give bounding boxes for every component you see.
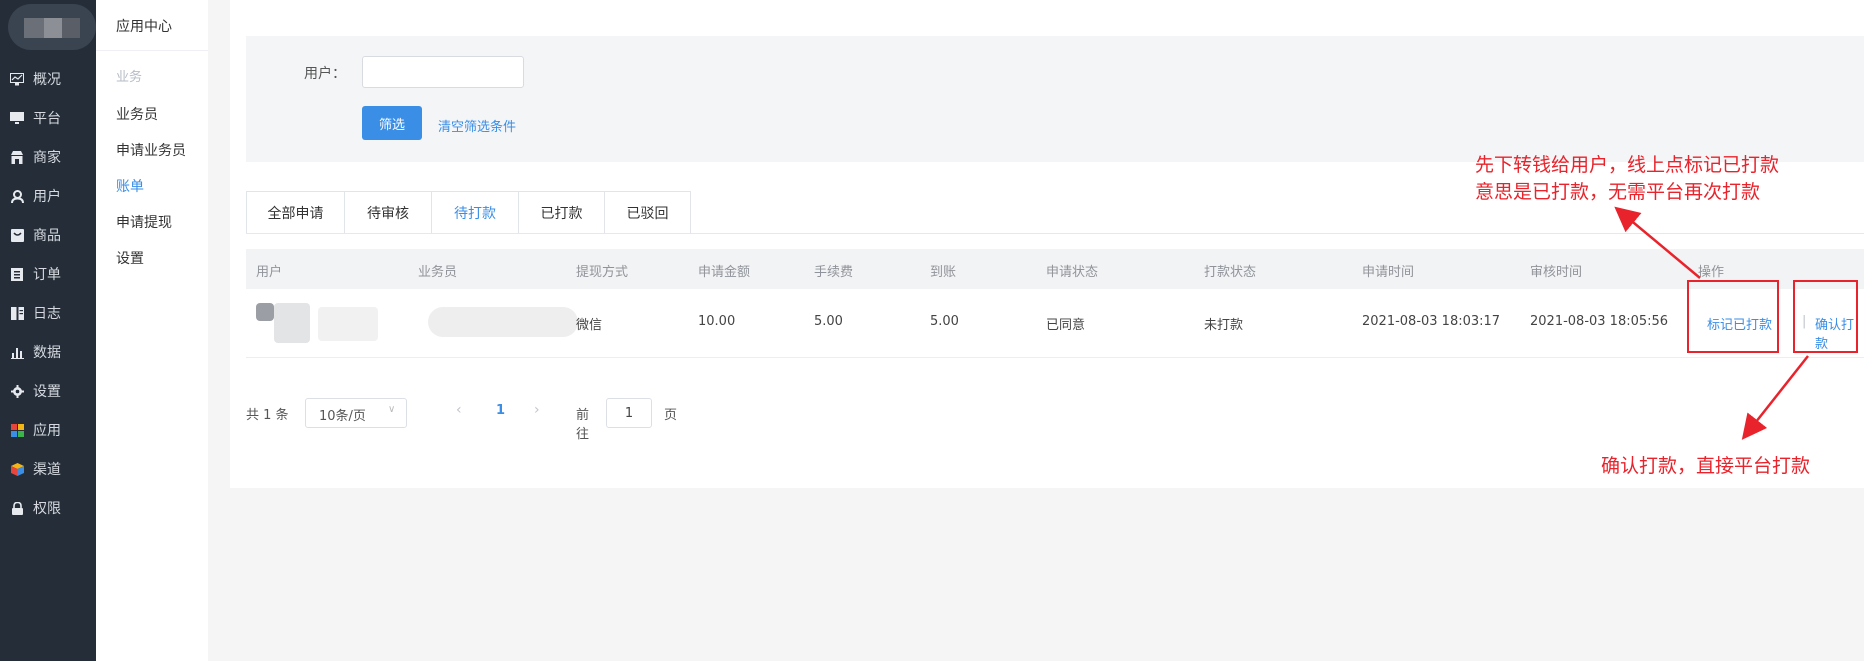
salesman-blurred [428, 307, 578, 337]
lock-icon [9, 500, 25, 516]
cell-apply-time: 2021-08-03 18:03:17 [1362, 314, 1501, 329]
tab-rejected[interactable]: 已驳回 [605, 192, 690, 234]
tabs-divider [246, 233, 1864, 234]
user-info-blurred [318, 307, 378, 341]
nav-item-label: 商家 [33, 150, 61, 166]
nav-item-label: 日志 [33, 306, 61, 322]
divider [96, 50, 208, 51]
nav-item-label: 商品 [33, 228, 61, 244]
highlight-box-confirm-pay [1793, 280, 1858, 353]
goto-label: 前往 [576, 408, 590, 442]
nav-item-label: 权限 [33, 501, 61, 517]
cell-review-time: 2021-08-03 18:05:56 [1530, 314, 1669, 329]
monitor-icon [9, 110, 25, 126]
apps-grid-icon [9, 422, 25, 438]
tab-pending-payment[interactable]: 待打款 [432, 192, 519, 234]
log-icon [9, 305, 25, 321]
user-filter-input[interactable] [362, 56, 524, 88]
sub-nav-item-bills[interactable]: 账单 [116, 176, 144, 196]
nav-item-permissions[interactable]: 权限 [0, 485, 96, 531]
sub-nav-item-settings[interactable]: 设置 [116, 248, 144, 268]
cell-fee: 5.00 [814, 314, 843, 329]
filter-button[interactable]: 筛选 [362, 106, 422, 140]
gear-icon [9, 383, 25, 399]
col-apply-status: 申请状态 [1046, 265, 1099, 280]
col-actions: 操作 [1698, 265, 1725, 280]
tab-paid[interactable]: 已打款 [519, 192, 605, 234]
monitor-chart-icon [9, 71, 25, 87]
sub-nav-item-salesman[interactable]: 业务员 [116, 104, 158, 124]
highlight-box-mark-paid [1687, 280, 1779, 353]
nav-item-label: 数据 [33, 345, 61, 361]
col-pay-status: 打款状态 [1204, 265, 1257, 280]
col-user: 用户 [256, 265, 283, 280]
table-header: 用户 业务员 提现方式 申请金额 手续费 到账 申请状态 打款状态 申请时间 审… [246, 249, 1864, 289]
page-size-value: 10条/页 [319, 409, 366, 424]
nav-item-label: 订单 [33, 267, 61, 283]
order-icon [9, 266, 25, 282]
goto-suffix: 页 [664, 408, 678, 423]
content-panel: 用户： 筛选 清空筛选条件 全部申请 待审核 待打款 已打款 已驳回 用户 业务… [230, 0, 1864, 488]
nav-item-label: 应用 [33, 423, 61, 439]
tab-all[interactable]: 全部申请 [247, 192, 345, 234]
nav-item-label: 渠道 [33, 462, 61, 478]
cell-method: 微信 [576, 318, 603, 333]
sub-nav-group-label: 业务 [116, 70, 143, 85]
nav-item-label: 设置 [33, 384, 61, 400]
goto-page-input[interactable]: 1 [606, 398, 652, 428]
sub-nav: 应用中心 业务 业务员 申请业务员 账单 申请提现 设置 [96, 0, 209, 661]
nav-item-label: 概况 [33, 72, 61, 88]
col-fee: 手续费 [814, 265, 854, 280]
main-area: 用户： 筛选 清空筛选条件 全部申请 待审核 待打款 已打款 已驳回 用户 业务… [208, 0, 1864, 661]
sub-nav-item-apply-salesman[interactable]: 申请业务员 [116, 140, 186, 160]
nav-item-label: 平台 [33, 111, 61, 127]
table-row: 微信 10.00 5.00 5.00 已同意 未打款 2021-08-03 18… [246, 289, 1864, 358]
col-received: 到账 [930, 265, 957, 280]
col-salesman: 业务员 [418, 265, 458, 280]
avatar[interactable] [8, 4, 96, 50]
nav-item-label: 用户 [33, 189, 61, 205]
sub-nav-title: 应用中心 [116, 19, 172, 35]
status-tabs: 全部申请 待审核 待打款 已打款 已驳回 [246, 191, 691, 234]
col-apply-time: 申请时间 [1362, 265, 1415, 280]
cube-icon [9, 461, 25, 477]
chevron-down-icon: ∨ [388, 404, 396, 415]
current-page[interactable]: 1 [496, 403, 505, 418]
tab-pending-review[interactable]: 待审核 [345, 192, 432, 234]
prev-page-button[interactable]: ‹ [456, 402, 462, 418]
goods-icon [9, 227, 25, 243]
cell-amount: 10.00 [698, 314, 736, 329]
annotation-top-line2: 意思是已打款，无需平台再次打款 [1475, 181, 1761, 203]
user-avatar-blurred [256, 303, 274, 321]
filter-panel: 用户： 筛选 清空筛选条件 [246, 36, 1864, 162]
clear-filter-link[interactable]: 清空筛选条件 [438, 116, 516, 135]
annotation-top-line1: 先下转钱给用户，线上点标记已打款 [1475, 154, 1780, 176]
bar-chart-icon [9, 344, 25, 360]
cell-apply-status: 已同意 [1046, 318, 1086, 333]
cell-received: 5.00 [930, 314, 959, 329]
page-size-select[interactable]: 10条/页 ∨ [305, 398, 407, 428]
col-review-time: 审核时间 [1530, 265, 1583, 280]
next-page-button[interactable]: › [534, 402, 540, 418]
store-icon [9, 149, 25, 165]
col-amount: 申请金额 [698, 265, 751, 280]
user-icon [9, 188, 25, 204]
user-name-blurred [274, 303, 310, 343]
pagination-total: 共 1 条 [246, 408, 289, 423]
sub-nav-item-withdraw[interactable]: 申请提现 [116, 212, 172, 232]
annotation-bottom: 确认打款，直接平台打款 [1601, 455, 1811, 477]
cell-pay-status: 未打款 [1204, 318, 1244, 333]
user-filter-label: 用户： [304, 66, 346, 82]
col-method: 提现方式 [576, 265, 629, 280]
left-nav: 概况 平台 商家 用户 商品 订单 日志 数据 设置 应用 渠道 权限 [0, 0, 96, 661]
